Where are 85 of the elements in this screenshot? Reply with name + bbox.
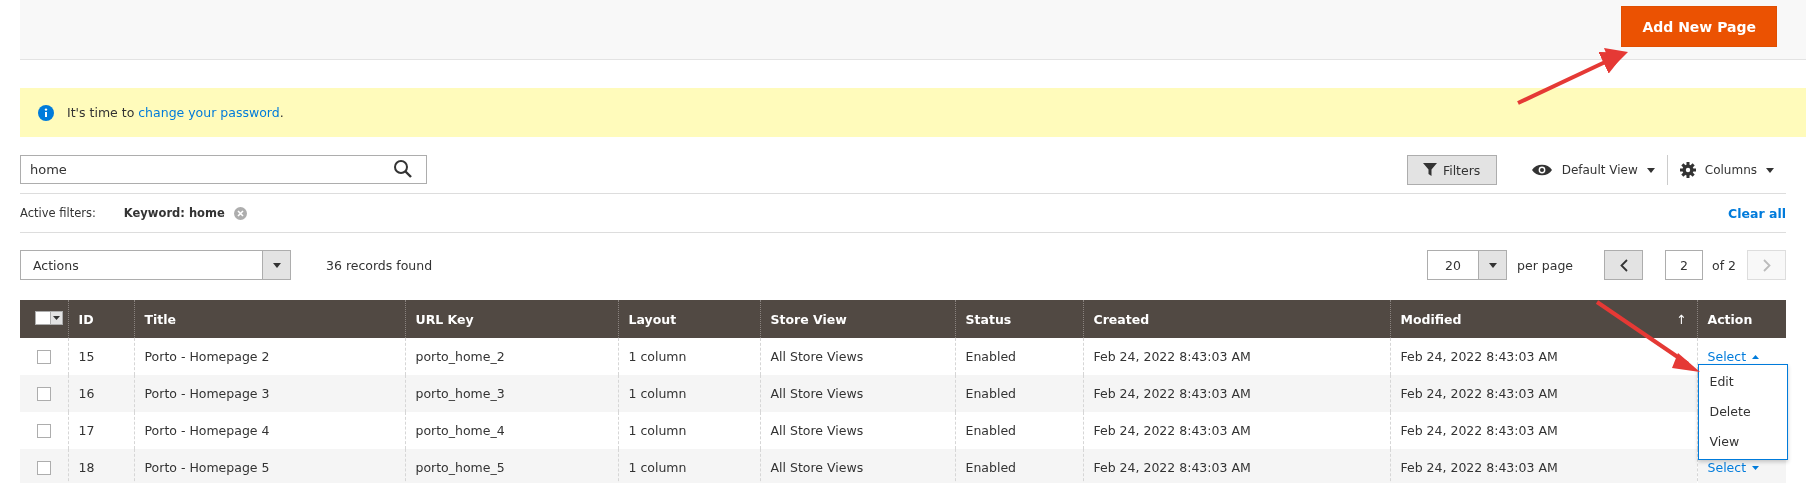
table-cell: All Store Views xyxy=(770,423,864,438)
table-cell: Porto - Homepage 2 xyxy=(144,349,270,364)
select-action-link[interactable]: Select xyxy=(1707,460,1760,475)
page-number-field[interactable]: 2 xyxy=(1665,250,1703,280)
table-cell: All Store Views xyxy=(770,386,864,401)
column-header[interactable]: Title xyxy=(144,311,177,327)
change-password-link[interactable]: change your password xyxy=(138,105,280,120)
column-header[interactable]: Status xyxy=(965,311,1012,327)
add-new-page-button[interactable]: Add New Page xyxy=(1621,6,1777,47)
mass-select-control[interactable] xyxy=(34,311,63,325)
table-cell: Feb 24, 2022 8:43:03 AM xyxy=(1093,423,1251,438)
page-total: of 2 xyxy=(1712,257,1736,273)
caret-icon xyxy=(1752,354,1760,359)
table-cell: 1 column xyxy=(628,460,687,475)
row-checkbox[interactable] xyxy=(36,461,51,476)
table-cell: porto_home_3 xyxy=(415,386,505,401)
table-cell: 1 column xyxy=(628,349,687,364)
table-cell: porto_home_2 xyxy=(415,349,505,364)
table-cell: All Store Views xyxy=(770,460,864,475)
previous-page-button[interactable] xyxy=(1604,250,1643,280)
column-header[interactable]: Created xyxy=(1093,311,1150,327)
filters-button[interactable]: Filters xyxy=(1406,155,1497,185)
per-page-label: per page xyxy=(1517,257,1573,273)
table-cell: porto_home_4 xyxy=(415,423,505,438)
caret-icon xyxy=(272,262,281,268)
table-cell: All Store Views xyxy=(770,349,864,364)
table-cell: 1 column xyxy=(628,423,687,438)
caret-icon xyxy=(1752,465,1760,470)
column-header[interactable]: Layout xyxy=(628,311,677,327)
caret-icon xyxy=(1646,167,1655,173)
table-cell: Feb 24, 2022 8:43:03 AM xyxy=(1093,386,1251,401)
search-icon[interactable] xyxy=(393,159,413,179)
chevron-right-icon xyxy=(1762,258,1771,272)
table-cell: Enabled xyxy=(965,386,1016,401)
table-cell: porto_home_5 xyxy=(415,460,505,475)
menu-item[interactable]: Delete xyxy=(1698,397,1787,427)
table-cell: Feb 24, 2022 8:43:03 AM xyxy=(1400,386,1558,401)
gear-icon xyxy=(1679,162,1696,178)
table-cell: Feb 24, 2022 8:43:03 AM xyxy=(1400,349,1558,364)
active-filters-label: Active filters: xyxy=(20,206,96,220)
table-cell: Enabled xyxy=(965,423,1016,438)
table-cell: Feb 24, 2022 8:43:03 AM xyxy=(1093,349,1251,364)
table-cell: Enabled xyxy=(965,460,1016,475)
columns-dropdown[interactable]: Columns xyxy=(1667,162,1786,178)
caret-icon xyxy=(1766,167,1774,173)
eye-icon xyxy=(1530,163,1553,177)
row-checkbox[interactable] xyxy=(36,350,51,365)
table-cell: Enabled xyxy=(965,349,1016,364)
menu-item[interactable]: View xyxy=(1698,427,1787,457)
funnel-icon xyxy=(1422,163,1437,177)
column-header[interactable]: Store View xyxy=(770,311,847,327)
table-cell: Feb 24, 2022 8:43:03 AM xyxy=(1093,460,1251,475)
row-checkbox[interactable] xyxy=(36,387,51,402)
sort-indicator: ↑ xyxy=(1676,311,1687,327)
select-action-link[interactable]: Select xyxy=(1707,349,1760,364)
next-page-button[interactable] xyxy=(1747,250,1786,280)
chevron-left-icon xyxy=(1619,258,1628,272)
remove-filter-icon[interactable] xyxy=(233,206,247,220)
table-cell: Porto - Homepage 4 xyxy=(144,423,270,438)
table-cell: 16 xyxy=(78,386,95,401)
column-header[interactable]: Modified xyxy=(1400,311,1462,327)
records-count: 36 records found xyxy=(326,257,433,273)
table-cell: Porto - Homepage 3 xyxy=(144,386,270,401)
per-page-select[interactable]: 20 xyxy=(1427,250,1508,280)
table-cell: Feb 24, 2022 8:43:03 AM xyxy=(1400,423,1558,438)
caret-icon xyxy=(52,316,60,320)
filter-keyword-label: Keyword: home xyxy=(123,206,225,220)
column-header[interactable]: URL Key xyxy=(415,311,474,327)
table-cell: Porto - Homepage 5 xyxy=(144,460,270,475)
search-field[interactable]: home xyxy=(20,155,427,184)
caret-icon xyxy=(1488,262,1497,268)
table-cell: 1 column xyxy=(628,386,687,401)
column-header[interactable]: ID xyxy=(78,311,94,327)
column-header[interactable]: Action xyxy=(1707,311,1753,327)
table-cell: 18 xyxy=(78,460,95,475)
notice-message: It's time to change your password. xyxy=(67,105,284,120)
table-cell: Feb 24, 2022 8:43:03 AM xyxy=(1400,460,1558,475)
menu-item[interactable]: Edit xyxy=(1698,367,1787,397)
table-cell: 17 xyxy=(78,423,95,438)
clear-all-link[interactable]: Clear all xyxy=(1728,205,1786,221)
actions-select[interactable]: Actions xyxy=(20,250,291,280)
row-checkbox[interactable] xyxy=(36,424,51,439)
view-dropdown[interactable]: Default View xyxy=(1518,163,1667,177)
table-cell: 15 xyxy=(78,349,95,364)
info-icon xyxy=(38,104,54,121)
